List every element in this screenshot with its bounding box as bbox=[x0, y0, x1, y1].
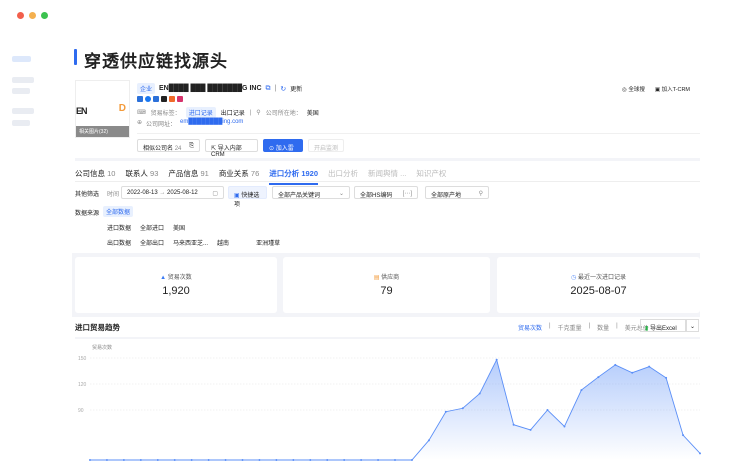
data-point[interactable] bbox=[682, 434, 685, 437]
y-tick-label: 120 bbox=[78, 382, 87, 388]
data-point[interactable] bbox=[665, 376, 668, 379]
data-point[interactable] bbox=[478, 392, 481, 395]
data-point[interactable] bbox=[529, 428, 532, 431]
data-point[interactable] bbox=[699, 452, 701, 455]
y-tick-label: 150 bbox=[78, 356, 87, 362]
data-point[interactable] bbox=[444, 410, 447, 413]
trend-chart: 150 120 90 bbox=[78, 356, 701, 461]
data-point[interactable] bbox=[631, 371, 634, 374]
data-point[interactable] bbox=[580, 389, 583, 392]
y-tick-label: 90 bbox=[78, 408, 84, 414]
data-point[interactable] bbox=[546, 409, 549, 411]
data-point[interactable] bbox=[597, 376, 600, 379]
data-point[interactable] bbox=[614, 363, 617, 366]
data-point[interactable] bbox=[495, 358, 498, 361]
data-point[interactable] bbox=[648, 365, 651, 368]
data-point[interactable] bbox=[563, 425, 566, 428]
data-point[interactable] bbox=[512, 423, 515, 426]
data-point[interactable] bbox=[427, 439, 430, 442]
data-point[interactable] bbox=[461, 407, 464, 410]
